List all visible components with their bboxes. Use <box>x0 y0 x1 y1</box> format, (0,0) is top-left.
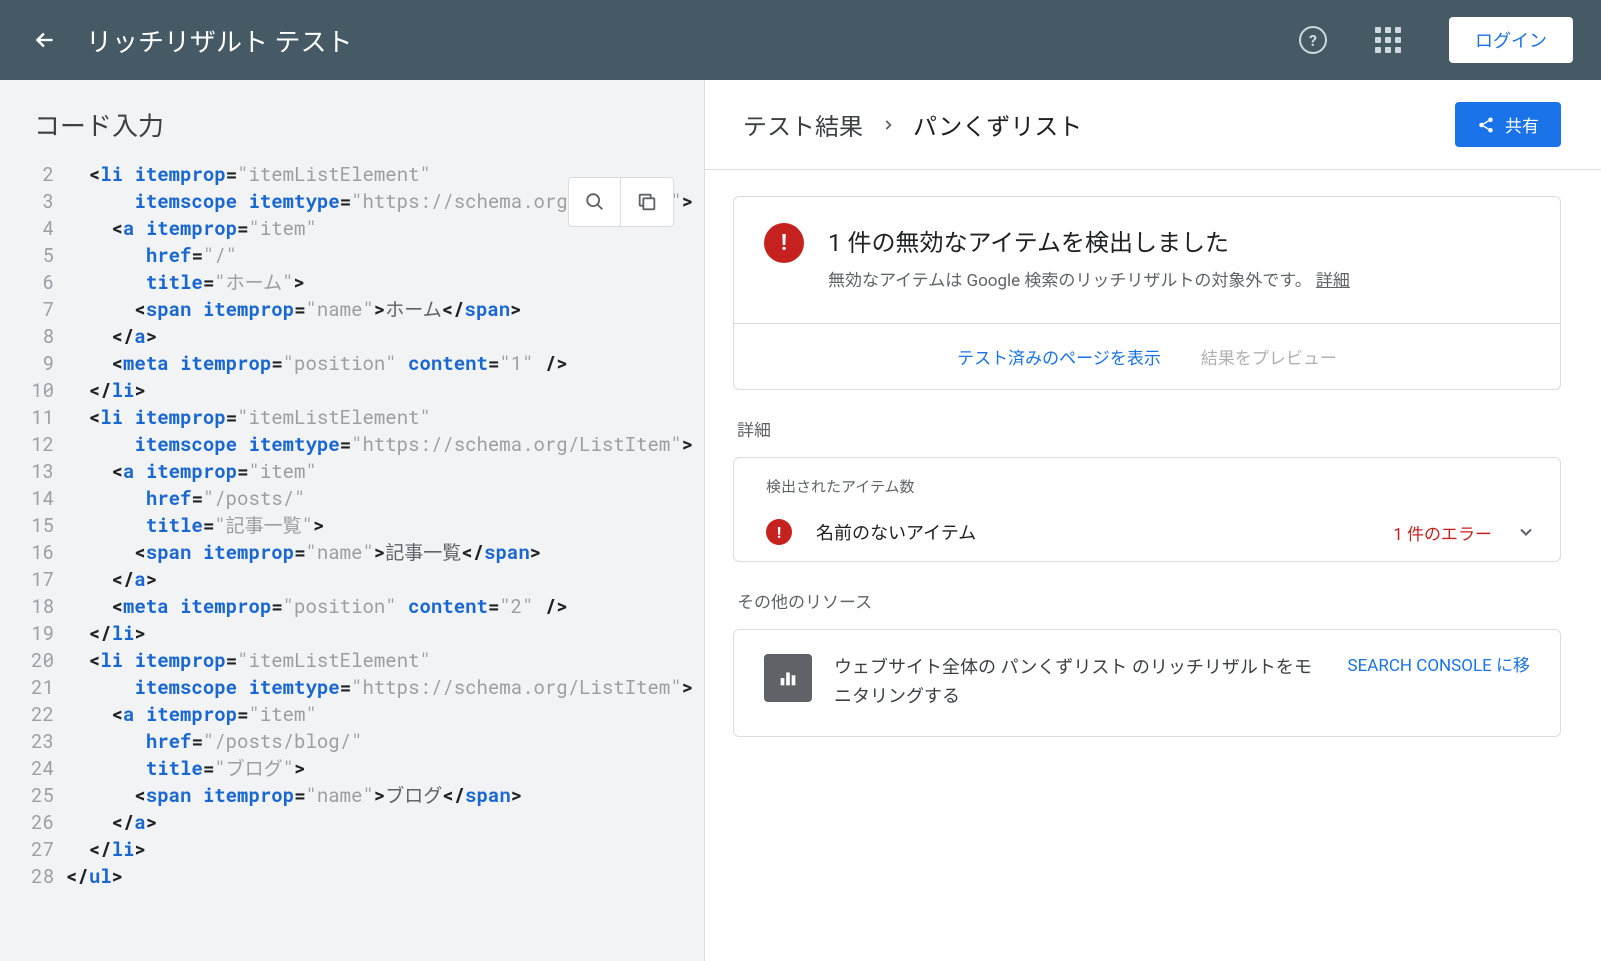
chart-icon <box>764 654 812 702</box>
code-line[interactable]: 22 <a itemprop="item" <box>0 701 704 728</box>
breadcrumb: テスト結果 パンくずリスト <box>743 107 1455 142</box>
code-line[interactable]: 12 itemscope itemtype="https://schema.or… <box>0 431 704 458</box>
detail-item-count: 1 件のエラー <box>1393 520 1492 545</box>
chevron-down-icon <box>1516 522 1536 542</box>
alert-card: ! 1 件の無効なアイテムを検出しました 無効なアイテムは Google 検索の… <box>733 196 1561 390</box>
search-icon <box>584 191 606 213</box>
details-header: 検出されたアイテム数 <box>734 458 1560 503</box>
code-line[interactable]: 14 href="/posts/" <box>0 485 704 512</box>
code-line[interactable]: 27 </li> <box>0 836 704 863</box>
view-tested-page-button[interactable]: テスト済みのページを表示 <box>957 344 1161 369</box>
promo-link[interactable]: SEARCH CONSOLE に移 <box>1348 654 1530 680</box>
code-toolbar <box>568 177 674 227</box>
details-card: 検出されたアイテム数 ! 名前のないアイテム 1 件のエラー <box>733 457 1561 562</box>
code-line[interactable]: 23 href="/posts/blog/" <box>0 728 704 755</box>
code-line[interactable]: 5 href="/" <box>0 242 704 269</box>
code-line[interactable]: 13 <a itemprop="item" <box>0 458 704 485</box>
back-button[interactable] <box>32 27 58 53</box>
alert-title: 1 件の無効なアイテムを検出しました <box>828 223 1350 258</box>
copy-icon <box>636 191 658 213</box>
code-line[interactable]: 10 </li> <box>0 377 704 404</box>
preview-results-button: 結果をプレビュー <box>1201 344 1337 369</box>
share-label: 共有 <box>1505 112 1539 137</box>
code-line[interactable]: 20 <li itemprop="itemListElement" <box>0 647 704 674</box>
alert-description: 無効なアイテムは Google 検索のリッチリザルトの対象外です。 詳細 <box>828 268 1350 295</box>
error-icon: ! <box>764 223 804 263</box>
copy-code-button[interactable] <box>621 178 673 226</box>
code-line[interactable]: 21 itemscope itemtype="https://schema.or… <box>0 674 704 701</box>
breadcrumb-current: パンくずリスト <box>913 107 1082 142</box>
search-code-button[interactable] <box>569 178 621 226</box>
help-icon[interactable]: ? <box>1299 26 1327 54</box>
chevron-right-icon <box>881 118 895 132</box>
share-button[interactable]: 共有 <box>1455 102 1561 147</box>
promo-card: ウェブサイト全体の パンくずリスト のリッチリザルトをモニタリングする SEAR… <box>733 629 1561 737</box>
code-line[interactable]: 8 </a> <box>0 323 704 350</box>
code-line[interactable]: 24 title="ブログ"> <box>0 755 704 782</box>
code-line[interactable]: 16 <span itemprop="name">記事一覧</span> <box>0 539 704 566</box>
code-panel: コード入力 2 <li itemprop="itemListElement"3 … <box>0 80 705 961</box>
other-resources-label: その他のリソース <box>737 588 1561 613</box>
code-line[interactable]: 26 </a> <box>0 809 704 836</box>
details-section-label: 詳細 <box>737 416 1561 441</box>
code-line[interactable]: 19 </li> <box>0 620 704 647</box>
breadcrumb-root[interactable]: テスト結果 <box>743 107 863 142</box>
code-line[interactable]: 11 <li itemprop="itemListElement" <box>0 404 704 431</box>
code-line[interactable]: 7 <span itemprop="name">ホーム</span> <box>0 296 704 323</box>
page-title: リッチリザルト テスト <box>86 22 1271 59</box>
code-line[interactable]: 18 <meta itemprop="position" content="2"… <box>0 593 704 620</box>
code-editor[interactable]: 2 <li itemprop="itemListElement"3 itemsc… <box>0 161 704 890</box>
code-line[interactable]: 17 </a> <box>0 566 704 593</box>
login-button[interactable]: ログイン <box>1449 17 1573 63</box>
results-panel: テスト結果 パンくずリスト 共有 ! 1 件の無効なアイテムを検出しました 無効… <box>705 80 1601 961</box>
code-line[interactable]: 25 <span itemprop="name">ブログ</span> <box>0 782 704 809</box>
promo-text: ウェブサイト全体の パンくずリスト のリッチリザルトをモニタリングする <box>834 654 1326 712</box>
detail-item-row[interactable]: ! 名前のないアイテム 1 件のエラー <box>734 503 1560 561</box>
code-panel-title: コード入力 <box>0 80 704 161</box>
code-line[interactable]: 9 <meta itemprop="position" content="1" … <box>0 350 704 377</box>
details-link[interactable]: 詳細 <box>1316 271 1350 291</box>
detail-item-name: 名前のないアイテム <box>816 519 1369 545</box>
error-icon: ! <box>766 519 792 545</box>
app-header: リッチリザルト テスト ? ログイン <box>0 0 1601 80</box>
share-icon <box>1477 116 1495 134</box>
code-line[interactable]: 28</ul> <box>0 863 704 890</box>
code-line[interactable]: 15 title="記事一覧"> <box>0 512 704 539</box>
apps-icon[interactable] <box>1375 27 1401 53</box>
code-line[interactable]: 6 title="ホーム"> <box>0 269 704 296</box>
